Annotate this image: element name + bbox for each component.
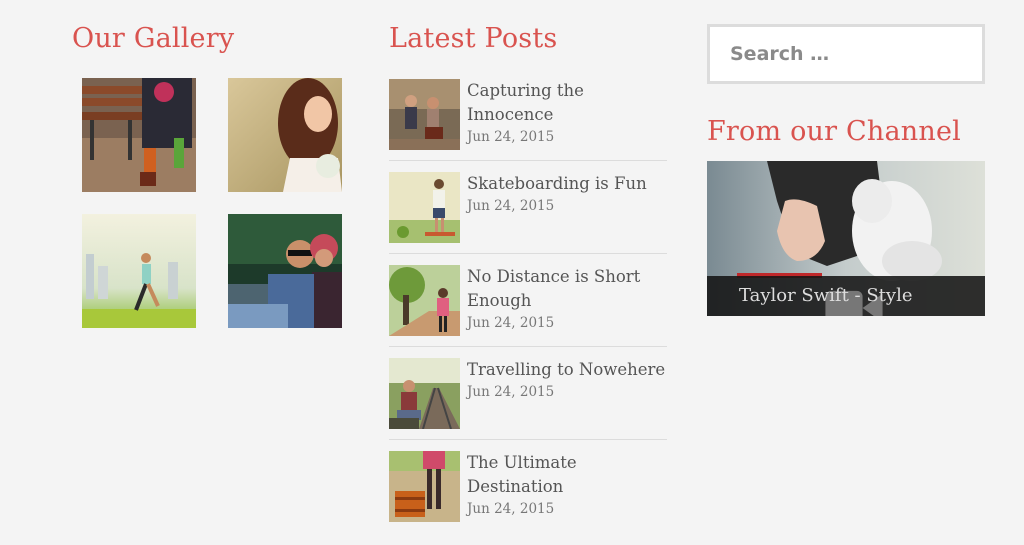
post-divider xyxy=(389,439,667,440)
gallery-photo-runner[interactable] xyxy=(82,214,196,328)
channel-video[interactable]: Taylor Swift - Style xyxy=(707,161,985,316)
post-date: Jun 24, 2015 xyxy=(467,129,555,145)
gallery-heading: Our Gallery xyxy=(72,23,235,54)
video-caption-bar: Taylor Swift - Style xyxy=(707,276,985,316)
gallery-photo-bride-flowers[interactable] xyxy=(228,78,342,192)
video-title: Taylor Swift - Style xyxy=(739,285,913,306)
channel-heading: From our Channel xyxy=(707,116,961,147)
gallery-photo-couple-bench[interactable] xyxy=(82,78,196,192)
post-title[interactable]: Capturing the Innocence xyxy=(467,79,667,127)
post-item: Capturing the Innocence Jun 24, 2015 xyxy=(389,79,667,161)
post-thumbnail[interactable] xyxy=(389,451,460,522)
post-thumbnail[interactable] xyxy=(389,79,460,150)
search-input[interactable] xyxy=(710,27,970,81)
post-divider xyxy=(389,346,667,347)
post-title[interactable]: Travelling to Nowehere xyxy=(467,358,667,382)
post-title[interactable]: No Distance is Short Enough xyxy=(467,265,667,313)
post-title[interactable]: The Ultimate Destination xyxy=(467,451,667,499)
post-thumbnail[interactable] xyxy=(389,172,460,243)
post-date: Jun 24, 2015 xyxy=(467,198,555,214)
gallery-grid xyxy=(82,78,342,328)
search-box xyxy=(707,24,985,84)
post-divider xyxy=(389,160,667,161)
post-date: Jun 24, 2015 xyxy=(467,501,555,517)
latest-posts-heading: Latest Posts xyxy=(389,23,558,54)
post-thumbnail[interactable] xyxy=(389,358,460,429)
post-item: The Ultimate Destination Jun 24, 2015 xyxy=(389,451,667,531)
post-item: Skateboarding is Fun Jun 24, 2015 xyxy=(389,172,667,254)
post-date: Jun 24, 2015 xyxy=(467,315,555,331)
post-item: No Distance is Short Enough Jun 24, 2015 xyxy=(389,265,667,347)
post-divider xyxy=(389,253,667,254)
post-title[interactable]: Skateboarding is Fun xyxy=(467,172,667,196)
post-item: Travelling to Nowehere Jun 24, 2015 xyxy=(389,358,667,440)
post-thumbnail[interactable] xyxy=(389,265,460,336)
gallery-photo-couple-sunglasses[interactable] xyxy=(228,214,342,328)
post-date: Jun 24, 2015 xyxy=(467,384,555,400)
